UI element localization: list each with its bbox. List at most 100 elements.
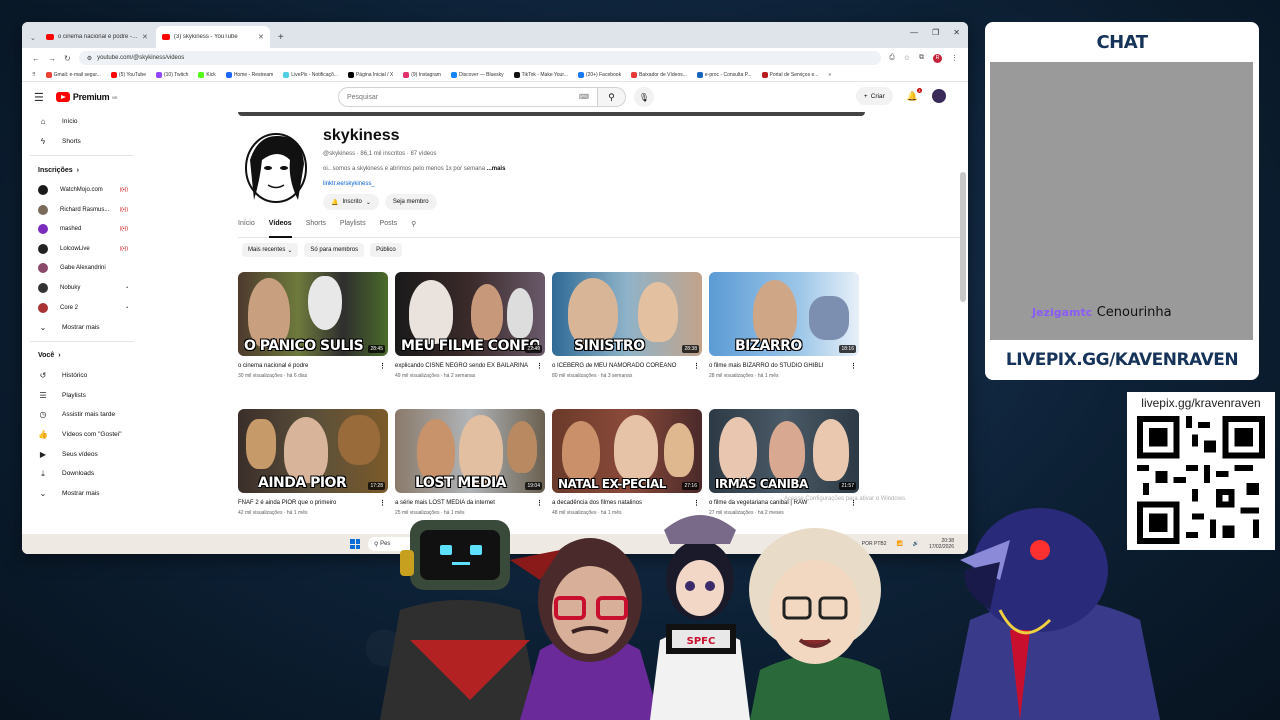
bookmark-item[interactable]: LivePix - Notificaçõ... xyxy=(283,71,338,78)
subscription-item[interactable]: mashed ((•)) xyxy=(22,219,142,239)
members-only-chip[interactable]: Só para membros xyxy=(304,243,365,257)
video-thumbnail[interactable]: BIZARRO 18:16 xyxy=(709,272,859,356)
sidebar-item-your-videos[interactable]: ▶ Seus vídeos xyxy=(22,444,142,464)
sidebar-item-history[interactable]: ↺ Histórico xyxy=(22,366,142,386)
subscription-item[interactable]: Core 2 • xyxy=(22,298,142,318)
more-options-icon[interactable]: ⋮ xyxy=(850,362,857,371)
tab-shorts[interactable]: Shorts xyxy=(306,220,326,238)
channel-search-icon[interactable]: ⚲ xyxy=(411,220,416,238)
bookmark-item[interactable]: Gmail: e-mail segur... xyxy=(45,71,101,78)
page-scrollbar[interactable] xyxy=(960,172,966,302)
bookmark-item[interactable]: Discover — Bluesky xyxy=(450,71,504,78)
subscription-item[interactable]: Richard Rasmus... ((•)) xyxy=(22,200,142,220)
bookmark-item[interactable]: (9) Instagram xyxy=(403,71,441,78)
bookmark-item[interactable]: (10) Twitch xyxy=(155,71,188,78)
create-button[interactable]: + Criar xyxy=(855,87,893,105)
video-card[interactable]: MEU FILME CONFOR 22:49 explicando CISNE … xyxy=(395,272,545,409)
channel-avatar[interactable] xyxy=(238,130,314,210)
reload-icon[interactable]: ↻ xyxy=(64,54,71,63)
install-icon[interactable]: ⎙ xyxy=(889,54,895,62)
bookmark-item[interactable]: (20+) Facebook xyxy=(577,71,621,78)
menu-icon[interactable]: ⋮ xyxy=(951,54,958,62)
bookmark-item[interactable]: Página Inicial / X xyxy=(347,71,393,78)
new-dot-icon: • xyxy=(126,284,128,291)
video-thumbnail[interactable]: MEU FILME CONFOR 22:49 xyxy=(395,272,545,356)
profile-avatar[interactable]: R xyxy=(933,53,942,63)
sidebar-item-liked[interactable]: 👍 Vídeos com "Gostei" xyxy=(22,425,142,445)
bookmark-item[interactable]: TikTok - Make Your... xyxy=(513,71,568,78)
bookmark-item[interactable]: Portal de Serviços e... xyxy=(761,71,818,78)
back-icon[interactable]: ← xyxy=(32,54,40,63)
bookmark-item[interactable]: (5) YouTube xyxy=(110,71,146,78)
bookmark-item[interactable]: Kick xyxy=(198,71,216,78)
sidebar-item-home[interactable]: ⌂ Início xyxy=(22,112,142,132)
keyboard-icon[interactable]: ⌨ xyxy=(579,93,589,101)
video-thumbnail[interactable]: AINDA PIOR 17:28 xyxy=(238,409,388,493)
tab-home[interactable]: Início xyxy=(238,220,255,238)
url-field[interactable]: ⚙ youtube.com/@skykiness/videos xyxy=(78,51,882,65)
subscriptions-header[interactable]: Inscrições › xyxy=(22,160,142,180)
bookmark-item[interactable]: Baixador de Vídeos... xyxy=(631,71,687,78)
more-options-icon[interactable]: ⋮ xyxy=(693,362,700,371)
subscription-item[interactable]: WatchMojo.com ((•)) xyxy=(22,180,142,200)
tab-search-icon[interactable]: ⌄ xyxy=(30,34,36,42)
tab-skykiness[interactable]: (3) skykiness - YouTube ✕ xyxy=(155,26,270,48)
search-button[interactable]: ⚲ xyxy=(598,87,626,107)
video-thumbnail[interactable]: NATAL EX-PECIAL 27:16 xyxy=(552,409,702,493)
sidebar-item-downloads[interactable]: ⤓ Downloads xyxy=(22,464,142,484)
video-title[interactable]: o ICEBERG de MEU NAMORADO COREANO ⋮ xyxy=(552,362,702,371)
tab-cinema-nacional[interactable]: o cinema nacional é podre - Yo ✕ xyxy=(40,26,154,48)
show-more-subscriptions[interactable]: ⌄ Mostrar mais xyxy=(22,317,142,337)
video-title[interactable]: o cinema nacional é podre ⋮ xyxy=(238,362,388,371)
more-bookmarks-icon[interactable]: » xyxy=(828,72,831,78)
close-tab-icon[interactable]: ✕ xyxy=(142,33,148,41)
subscribed-button[interactable]: 🔔 Inscrito ⌄ xyxy=(323,194,379,210)
public-chip[interactable]: Público xyxy=(370,243,402,257)
bookmark-item[interactable]: Home - Restream xyxy=(225,71,273,78)
extensions-icon[interactable]: ⧉ xyxy=(919,54,924,62)
more-options-icon[interactable]: ⋮ xyxy=(379,362,386,371)
sidebar-item-watch-later[interactable]: ◷ Assistir mais tarde xyxy=(22,405,142,425)
video-card[interactable]: O PÂNICO SULIS 28:45 o cinema nacional é… xyxy=(238,272,388,409)
video-thumbnail[interactable]: O PÂNICO SULIS 28:45 xyxy=(238,272,388,356)
video-thumbnail[interactable]: LOST MEDIA 19:04 xyxy=(395,409,545,493)
search-input[interactable]: Pesquisar ⌨ xyxy=(338,87,598,107)
bookmark-star-icon[interactable]: ☆ xyxy=(904,54,910,62)
video-duration: 21:57 xyxy=(839,482,856,490)
subscription-item[interactable]: Gabe Alexandrini xyxy=(22,259,142,279)
video-title[interactable]: o filme mais BIZARRO do STUDIO GHIBLI ⋮ xyxy=(709,362,859,371)
new-tab-icon[interactable]: + xyxy=(278,32,284,43)
close-window-icon[interactable]: ✕ xyxy=(953,28,960,37)
bookmark-item[interactable]: e-proc - Consulta P... xyxy=(696,71,752,78)
tab-playlists[interactable]: Playlists xyxy=(340,220,366,238)
forward-icon[interactable]: → xyxy=(48,54,56,63)
channel-link[interactable]: linktr.ee/skykiness_ xyxy=(323,181,375,187)
more-options-icon[interactable]: ⋮ xyxy=(536,362,543,371)
video-card[interactable]: BIZARRO 18:16 o filme mais BIZARRO do ST… xyxy=(709,272,859,409)
sidebar-item-shorts[interactable]: ϟ Shorts xyxy=(22,132,142,152)
video-thumbnail[interactable]: SINISTRO 28:38 xyxy=(552,272,702,356)
you-header[interactable]: Você › xyxy=(22,346,142,366)
home-icon: ⌂ xyxy=(40,117,46,127)
sidebar-item-playlists[interactable]: ☰ Playlists xyxy=(22,386,142,406)
account-avatar[interactable] xyxy=(932,89,946,103)
subscription-item[interactable]: LolcowLive ((•)) xyxy=(22,239,142,259)
video-thumbnail[interactable]: IRMÃS CANIBA 21:57 xyxy=(709,409,859,493)
hamburger-menu-icon[interactable]: ☰ xyxy=(34,91,44,104)
tab-videos[interactable]: Vídeos xyxy=(268,220,292,238)
video-card[interactable]: SINISTRO 28:38 o ICEBERG de MEU NAMORADO… xyxy=(552,272,702,409)
site-info-icon[interactable]: ⚙ xyxy=(87,55,92,62)
maximize-icon[interactable]: ❐ xyxy=(932,28,939,37)
apps-icon[interactable]: ⠿ xyxy=(32,72,36,78)
notifications-bell-icon[interactable]: 🔔 3 xyxy=(907,87,922,102)
subscription-item[interactable]: Nobuky • xyxy=(22,278,142,298)
minimize-icon[interactable]: — xyxy=(910,28,918,37)
close-tab-icon[interactable]: ✕ xyxy=(258,33,264,41)
join-button[interactable]: Seja membro xyxy=(384,194,437,210)
channel-description[interactable]: oi.. somos a skykiness e abrimos pelo me… xyxy=(323,166,505,172)
sort-latest-chip[interactable]: Mais recentes ⌄ xyxy=(242,243,299,257)
voice-search-icon[interactable]: 🎙 xyxy=(634,87,654,107)
youtube-logo[interactable]: Premium BR xyxy=(55,92,118,102)
tab-posts[interactable]: Posts xyxy=(380,220,398,238)
video-title[interactable]: explicando CISNE NEGRO sendo EX BAILARIN… xyxy=(395,362,545,371)
